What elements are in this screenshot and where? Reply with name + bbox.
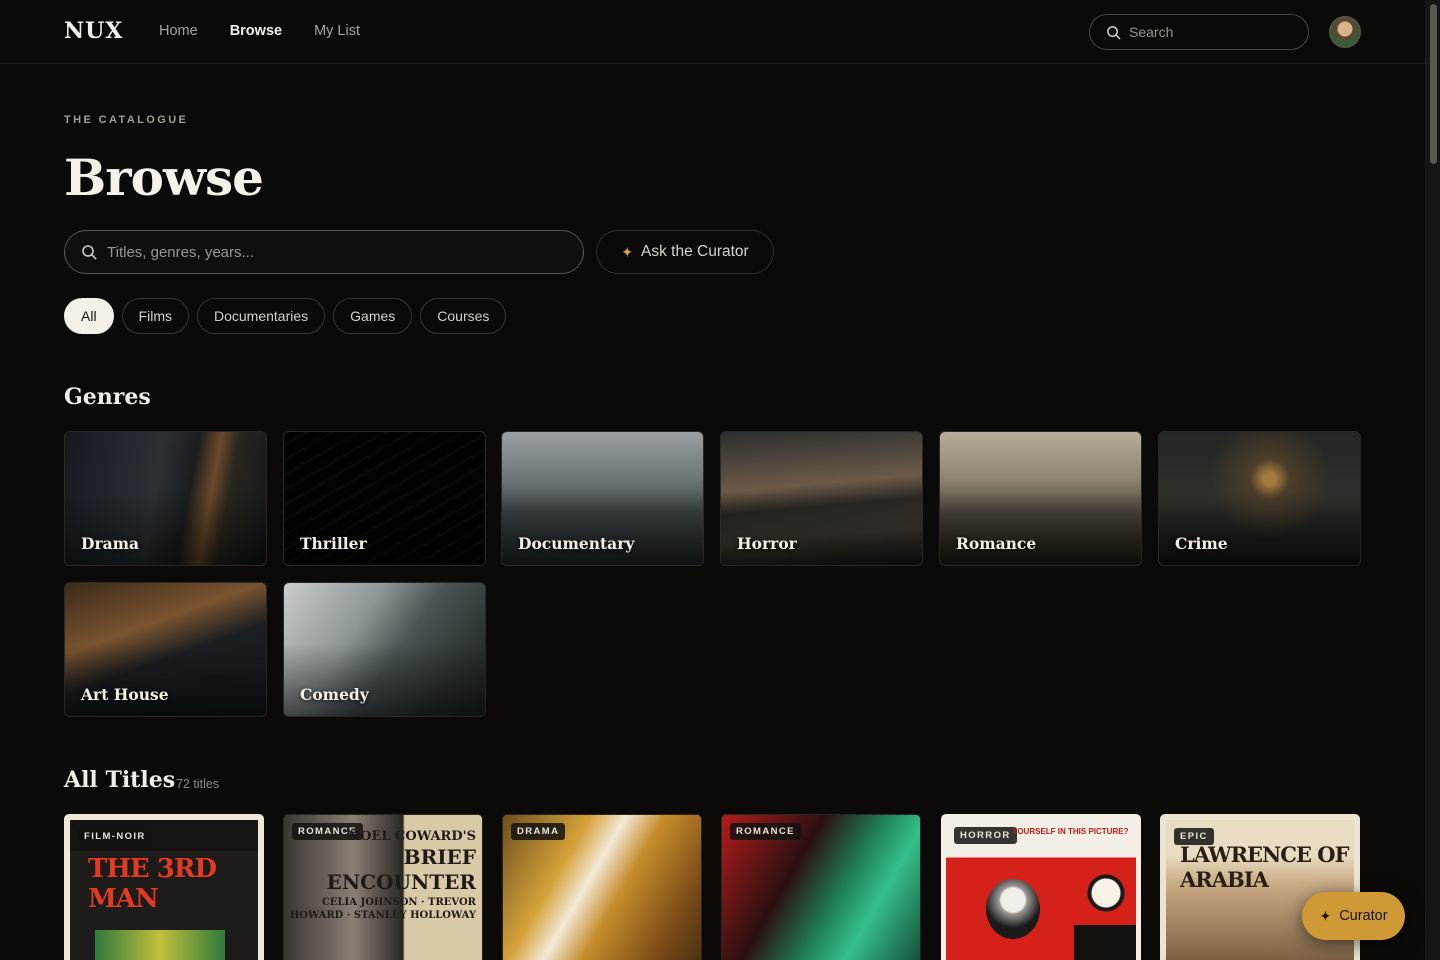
top-search-input[interactable]: Search <box>1089 14 1309 50</box>
poster-artwork <box>95 930 225 960</box>
nav-my-list[interactable]: My List <box>314 23 360 39</box>
genre-tile-crime[interactable]: Crime <box>1158 431 1361 566</box>
poster-title: LAWRENCE OF ARABIA <box>1180 842 1349 892</box>
all-titles-heading: All Titles <box>64 767 176 793</box>
genre-label: Thriller <box>300 534 367 553</box>
genre-label: Crime <box>1175 534 1228 553</box>
genre-tile-documentary[interactable]: Documentary <box>501 431 704 566</box>
genre-label: Documentary <box>518 534 635 553</box>
genre-label: Comedy <box>300 685 369 704</box>
poster-artwork <box>986 879 1040 939</box>
genre-badge: FILM-NOIR <box>78 828 152 845</box>
poster-card[interactable]: ROMANCE NOEL COWARD'S BRIEF ENCOUNTER CE… <box>283 814 483 960</box>
genre-tile-art-house[interactable]: Art House <box>64 582 267 717</box>
search-icon <box>1107 25 1121 39</box>
ask-curator-button[interactable]: ✦ Ask the Curator <box>596 230 774 274</box>
genre-label: Romance <box>956 534 1037 553</box>
genre-tile-comedy[interactable]: Comedy <box>283 582 486 717</box>
main-nav: Home Browse My List <box>159 23 360 39</box>
search-icon <box>82 245 97 260</box>
genre-tile-thriller[interactable]: Thriller <box>283 431 486 566</box>
filter-chips: All Films Documentaries Games Courses <box>64 298 507 334</box>
poster-title: THE 3RD MAN <box>88 854 217 914</box>
poster-card[interactable]: DRAMA <box>502 814 702 960</box>
poster-title-top: NOEL COWARD'S <box>348 829 476 844</box>
genre-label: Horror <box>737 534 797 553</box>
genre-badge: HORROR <box>954 827 1017 844</box>
titles-count: 72 titles <box>176 777 220 791</box>
sparkle-icon: ✦ <box>621 243 634 260</box>
genre-badge: DRAMA <box>511 823 566 840</box>
catalogue-search-input[interactable]: Titles, genres, years... <box>64 230 584 274</box>
genre-badge: ROMANCE <box>730 823 801 840</box>
floating-curator-label: Curator <box>1339 908 1388 924</box>
top-bar: NUX Home Browse My List Search <box>0 0 1425 64</box>
filter-films[interactable]: Films <box>121 298 189 334</box>
nav-browse[interactable]: Browse <box>230 23 282 39</box>
poster-headline: YOURSELF IN THIS PICTURE? <box>1012 827 1129 836</box>
filter-games[interactable]: Games <box>333 298 413 334</box>
avatar[interactable] <box>1329 16 1361 48</box>
poster-cast: CELIA JOHNSON · TREVOR HOWARD · STANLEY … <box>289 897 476 921</box>
page-scrollbar[interactable] <box>1425 0 1440 960</box>
app-root: NUX Home Browse My List Search THE CATAL… <box>0 0 1425 960</box>
genre-label: Drama <box>81 534 140 553</box>
filter-all[interactable]: All <box>64 298 114 334</box>
genre-tile-drama[interactable]: Drama <box>64 431 267 566</box>
poster-title: BRIEF ENCOUNTER <box>326 845 476 895</box>
top-search-placeholder: Search <box>1129 24 1174 40</box>
filter-courses[interactable]: Courses <box>420 298 507 334</box>
nav-home[interactable]: Home <box>159 23 198 39</box>
sparkle-icon: ✦ <box>1319 907 1332 924</box>
floating-curator-button[interactable]: ✦ Curator <box>1302 892 1405 940</box>
catalogue-search-placeholder: Titles, genres, years... <box>107 243 254 261</box>
page-eyebrow: THE CATALOGUE <box>64 114 189 126</box>
poster-title-block: NOEL COWARD'S BRIEF ENCOUNTER CELIA JOHN… <box>284 829 476 922</box>
genre-label: Art House <box>81 685 169 704</box>
genre-tile-romance[interactable]: Romance <box>939 431 1142 566</box>
poster-card[interactable]: ROMANCE <box>721 814 921 960</box>
genres-heading: Genres <box>64 384 151 410</box>
scrollbar-thumb[interactable] <box>1430 4 1437 164</box>
genre-tile-horror[interactable]: Horror <box>720 431 923 566</box>
poster-card[interactable]: FILM-NOIR THE 3RD MAN <box>64 814 264 960</box>
page-title: Browse <box>64 148 264 207</box>
poster-artwork <box>1080 867 1132 919</box>
poster-artwork <box>1074 925 1136 960</box>
poster-card[interactable]: HORROR YOURSELF IN THIS PICTURE? <box>941 814 1141 960</box>
ask-curator-label: Ask the Curator <box>641 243 749 260</box>
logo[interactable]: NUX <box>64 18 123 44</box>
filter-documentaries[interactable]: Documentaries <box>197 298 326 334</box>
